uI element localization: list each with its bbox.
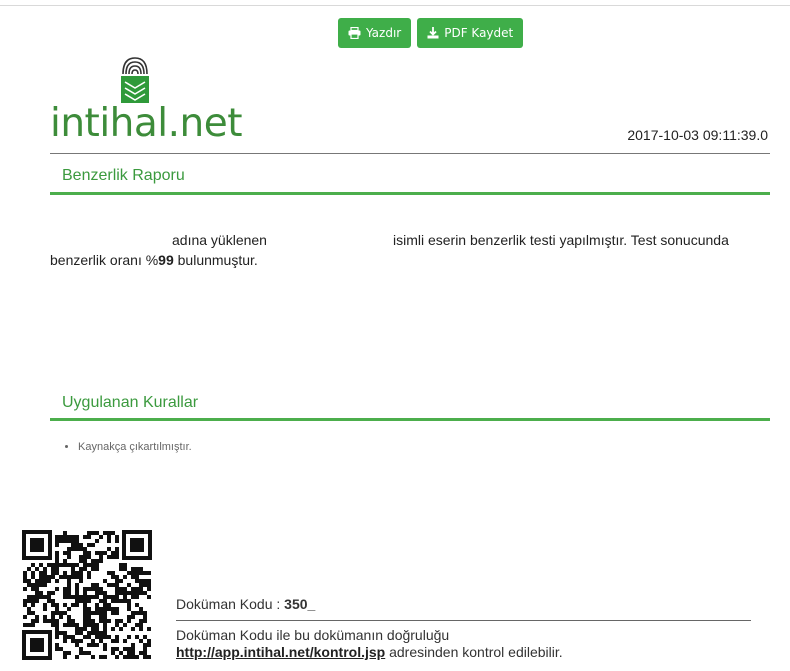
summary-text-part1: adına yüklenen (172, 232, 267, 248)
verification-text: Doküman Kodu ile bu dokümanın doğruluğu (176, 627, 450, 643)
print-button-label: Yazdır (366, 26, 402, 40)
document-code-value: 350_ (284, 596, 316, 612)
download-icon (427, 27, 439, 39)
summary-text-part2: isimli eserin benzerlik testi yapılmıştı… (392, 232, 729, 248)
verification-suffix: adresinden kontrol edilebilir. (385, 644, 563, 660)
report-summary: adına yüklenen isimli eserin benzerlik t… (50, 230, 770, 270)
list-item: Kaynakça çıkartılmıştır. (78, 441, 192, 453)
rules-title-underline (50, 418, 770, 421)
verification-link[interactable]: http://app.intihal.net/kontrol.jsp (176, 644, 385, 660)
rules-list: Kaynakça çıkartılmıştır. (78, 441, 192, 453)
print-button[interactable]: Yazdır (338, 18, 412, 48)
pdf-save-button[interactable]: PDF Kaydet (417, 18, 524, 48)
header-divider (50, 153, 770, 154)
summary-text-part3: benzerlik oranı % (50, 252, 159, 268)
qr-code (22, 530, 152, 665)
verification-note: Doküman Kodu ile bu dokümanın doğruluğu … (176, 627, 563, 661)
pdf-save-button-label: PDF Kaydet (444, 26, 514, 40)
intihal-logo: intihal.net (50, 52, 250, 147)
rules-section-title: Uygulanan Kurallar (62, 394, 199, 411)
report-section-title: Benzerlik Raporu (62, 167, 185, 184)
printer-icon (348, 27, 361, 39)
footer-divider (176, 620, 751, 621)
top-divider (0, 5, 790, 6)
document-code-label: Doküman Kodu : (176, 596, 285, 612)
toolbar: Yazdır PDF Kaydet (338, 18, 524, 48)
report-timestamp: 2017-10-03 09:11:39.0 (627, 127, 768, 143)
logo-text: intihal.net (50, 101, 243, 146)
similarity-rate: 99 (158, 252, 174, 268)
report-title-underline (50, 192, 770, 195)
summary-text-part4: bulunmuştur. (173, 252, 258, 268)
document-code: Doküman Kodu : 350_ (176, 596, 315, 612)
